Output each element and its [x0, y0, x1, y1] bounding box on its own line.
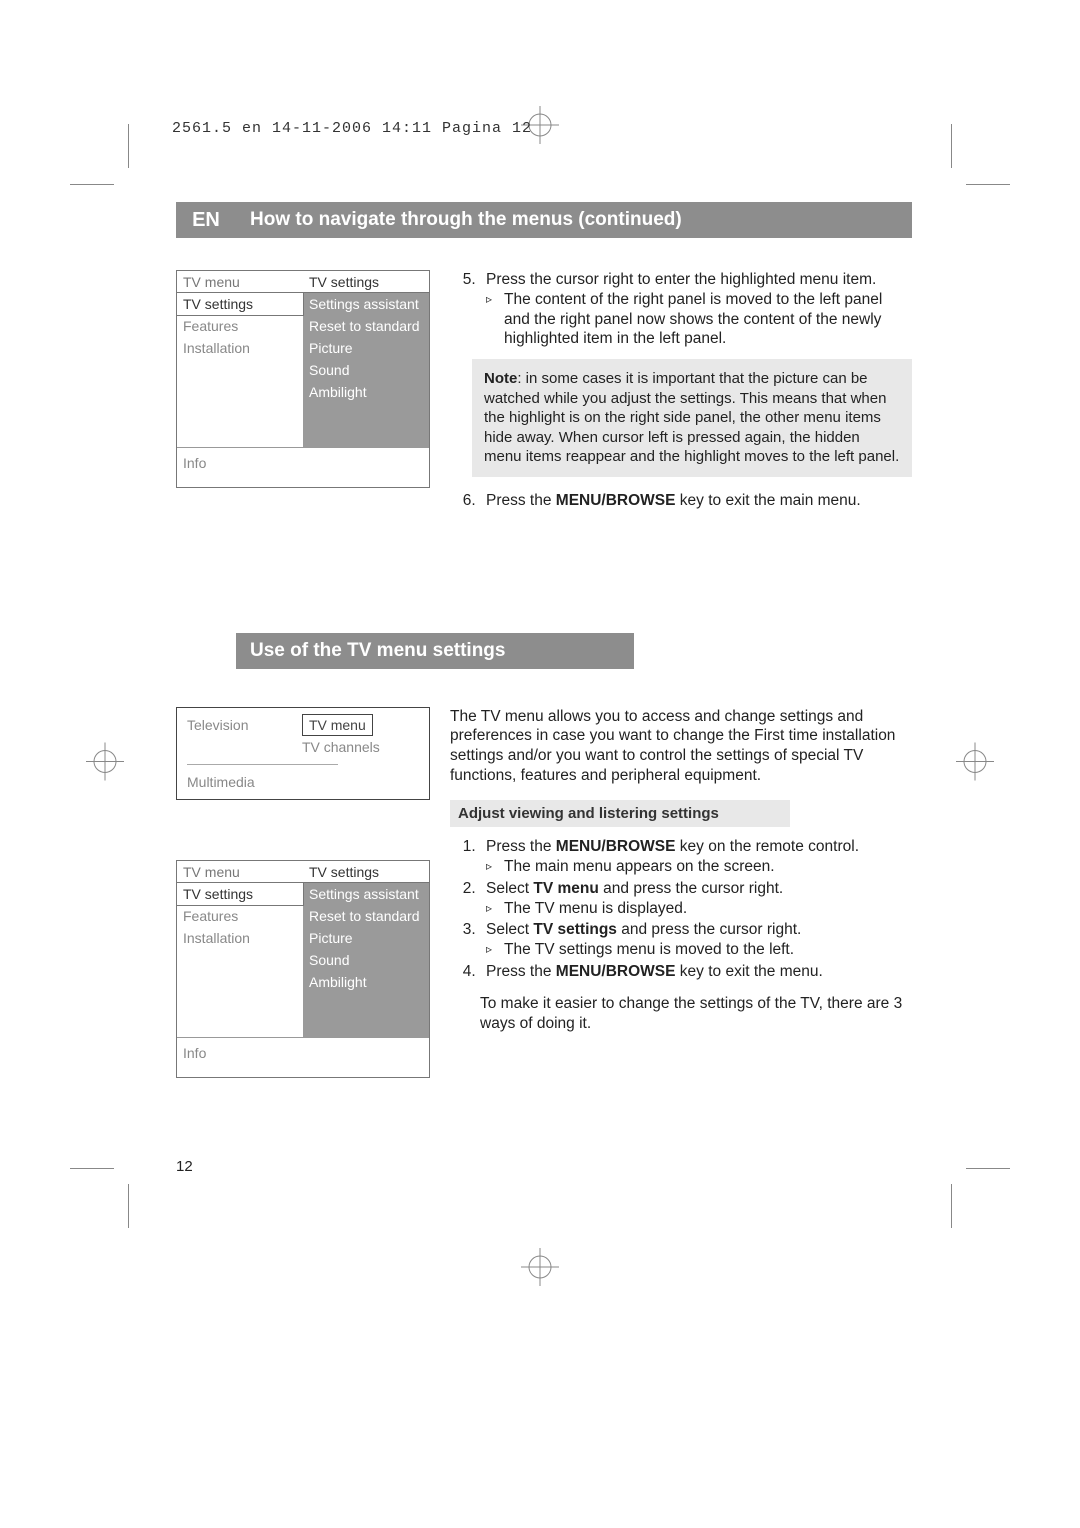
menu-right-title: TV settings	[303, 271, 429, 293]
corner-mark	[966, 1168, 1010, 1169]
tv-menu-illustration-2: TV menu TV settings Features Installatio…	[176, 860, 430, 1078]
page-number: 12	[176, 1158, 193, 1175]
corner-mark	[128, 124, 129, 168]
menu-right-item: Ambilight	[303, 381, 429, 403]
tv-menu-illustration-1: TV menu TV settings Features Installatio…	[176, 270, 430, 488]
step-5-sub: The content of the right panel is moved …	[486, 290, 912, 349]
section-header-1: ENHow to navigate through the menus (con…	[176, 202, 912, 238]
main-menu-illustration: TelevisionTV menu TV channels Multimedia	[176, 707, 430, 800]
sub-heading: Adjust viewing and listering settings	[450, 800, 790, 827]
step-1: Press the MENU/BROWSE key on the remote …	[480, 837, 912, 877]
menu-left-item: Features	[177, 315, 303, 337]
step-6: Press the MENU/BROWSE key to exit the ma…	[480, 491, 912, 511]
corner-mark	[70, 1168, 114, 1169]
menu-left-selected: TV settings	[177, 293, 303, 315]
crop-mark-left	[86, 743, 124, 786]
step-5: Press the cursor right to enter the high…	[480, 270, 912, 349]
closing-paragraph: To make it easier to change the settings…	[480, 994, 912, 1034]
step-4: Press the MENU/BROWSE key to exit the me…	[480, 962, 912, 982]
print-header: 2561.5 en 14-11-2006 14:11 Pagina 12	[172, 120, 532, 137]
instruction-list-1b: Press the MENU/BROWSE key to exit the ma…	[450, 491, 912, 511]
corner-mark	[951, 1184, 952, 1228]
menu-info-label: Info	[177, 447, 429, 487]
menu-left-item: Installation	[177, 337, 303, 359]
intro-paragraph: The TV menu allows you to access and cha…	[450, 707, 912, 786]
title-2: Use of the TV menu settings	[236, 633, 634, 669]
corner-mark	[70, 184, 114, 185]
step-3: Select TV settings and press the cursor …	[480, 920, 912, 960]
menu-right-item: Settings assistant	[303, 293, 429, 315]
instruction-list-1: Press the cursor right to enter the high…	[450, 270, 912, 349]
menu-right-item: Reset to standard	[303, 315, 429, 337]
menu-left-title: TV menu	[177, 271, 303, 293]
corner-mark	[128, 1184, 129, 1228]
note-box: Note: in some cases it is important that…	[472, 359, 912, 477]
section-header-2: Use of the TV menu settings	[176, 633, 912, 669]
crop-mark-bottom	[521, 1248, 559, 1291]
corner-mark	[951, 124, 952, 168]
corner-mark	[966, 184, 1010, 185]
menu-right-item: Picture	[303, 337, 429, 359]
crop-mark-right	[956, 743, 994, 786]
title-1: How to navigate through the menus (conti…	[236, 202, 912, 238]
step-2: Select TV menu and press the cursor righ…	[480, 879, 912, 919]
lang-badge: EN	[176, 202, 236, 238]
instruction-list-2: Press the MENU/BROWSE key on the remote …	[450, 837, 912, 982]
menu-right-item: Sound	[303, 359, 429, 381]
